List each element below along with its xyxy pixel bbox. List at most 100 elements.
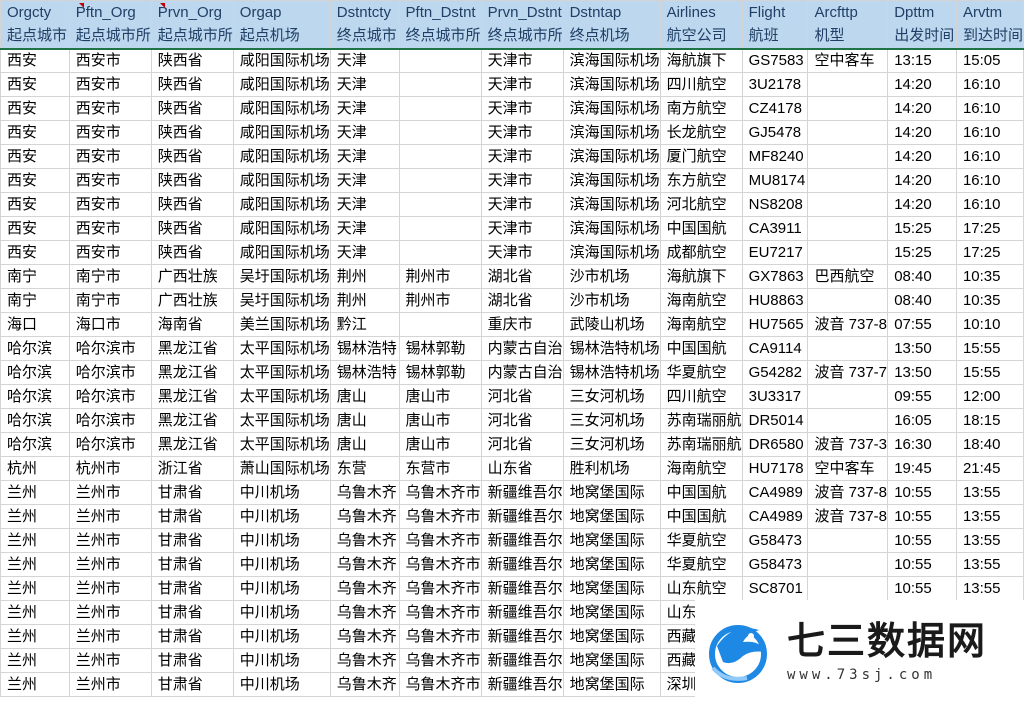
- table-cell[interactable]: 兰州: [0, 504, 70, 529]
- table-cell[interactable]: 天津市: [480, 144, 564, 169]
- table-cell[interactable]: 西安市: [68, 192, 152, 217]
- table-cell[interactable]: 河北航空: [659, 192, 743, 217]
- table-cell[interactable]: 唐山市: [398, 408, 482, 433]
- table-cell[interactable]: 海南航空: [659, 312, 743, 337]
- table-cell[interactable]: 咸阳国际机场: [232, 96, 331, 121]
- table-cell[interactable]: 咸阳国际机场: [232, 144, 331, 169]
- table-cell[interactable]: 滨海国际机场: [562, 192, 661, 217]
- table-cell[interactable]: 兰州: [0, 600, 70, 625]
- table-cell[interactable]: 14:20: [887, 192, 957, 217]
- table-cell[interactable]: 滨海国际机场: [562, 168, 661, 193]
- table-cell[interactable]: G58473: [741, 528, 809, 553]
- table-cell[interactable]: 武陵山机场: [562, 312, 661, 337]
- table-cell[interactable]: 河北省: [480, 384, 564, 409]
- table-cell[interactable]: 乌鲁木齐市: [398, 552, 482, 577]
- table-cell[interactable]: 锡林浩特机场: [562, 336, 661, 361]
- table-cell[interactable]: 西安: [0, 240, 70, 265]
- table-cell[interactable]: 吴圩国际机场: [232, 264, 331, 289]
- table-cell[interactable]: 西安: [0, 144, 70, 169]
- table-cell[interactable]: 兰州市: [68, 648, 152, 673]
- table-cell[interactable]: [807, 552, 889, 577]
- table-cell[interactable]: 荆州市: [398, 264, 482, 289]
- table-cell[interactable]: 波音 737-8: [807, 312, 889, 337]
- table-cell[interactable]: 厦门航空: [659, 144, 743, 169]
- table-cell[interactable]: 杭州市: [68, 456, 152, 481]
- table-cell[interactable]: [807, 576, 889, 601]
- table-cell[interactable]: 10:35: [955, 264, 1024, 289]
- table-cell[interactable]: 重庆市: [480, 312, 564, 337]
- column-header[interactable]: Flight 航班: [741, 0, 809, 49]
- table-cell[interactable]: 甘肃省: [150, 576, 234, 601]
- table-cell[interactable]: 兰州: [0, 576, 70, 601]
- table-cell[interactable]: 乌鲁木齐: [329, 552, 400, 577]
- table-cell[interactable]: CA4989: [741, 504, 809, 529]
- table-cell[interactable]: 锡林郭勒: [398, 360, 482, 385]
- table-cell[interactable]: 兰州市: [68, 552, 152, 577]
- table-cell[interactable]: 唐山: [329, 408, 400, 433]
- table-cell[interactable]: 荆州: [329, 264, 400, 289]
- table-cell[interactable]: 南方航空: [659, 96, 743, 121]
- table-cell[interactable]: 天津市: [480, 168, 564, 193]
- table-cell[interactable]: 中川机场: [232, 480, 331, 505]
- table-cell[interactable]: 14:20: [887, 120, 957, 145]
- column-header[interactable]: Dpttm 出发时间: [887, 0, 957, 49]
- table-cell[interactable]: 新疆维吾尔: [480, 576, 564, 601]
- column-header[interactable]: Dstntcty 终点城市: [329, 0, 400, 49]
- table-cell[interactable]: 陕西省: [150, 72, 234, 97]
- table-cell[interactable]: 黑龙江省: [150, 360, 234, 385]
- comment-indicator[interactable]: [160, 3, 165, 8]
- table-cell[interactable]: 巴西航空: [807, 264, 889, 289]
- table-cell[interactable]: 海口: [0, 312, 70, 337]
- table-cell[interactable]: 波音 737-8: [807, 504, 889, 529]
- table-cell[interactable]: 长龙航空: [659, 120, 743, 145]
- table-cell[interactable]: 08:40: [887, 288, 957, 313]
- table-cell[interactable]: [807, 384, 889, 409]
- table-cell[interactable]: 天津市: [480, 216, 564, 241]
- table-cell[interactable]: 10:10: [955, 312, 1024, 337]
- table-cell[interactable]: 哈尔滨市: [68, 384, 152, 409]
- table-cell[interactable]: 湖北省: [480, 288, 564, 313]
- table-cell[interactable]: 太平国际机场: [232, 432, 331, 457]
- table-cell[interactable]: 太平国际机场: [232, 336, 331, 361]
- table-cell[interactable]: 天津市: [480, 120, 564, 145]
- table-cell[interactable]: 乌鲁木齐市: [398, 600, 482, 625]
- table-cell[interactable]: 兰州: [0, 624, 70, 649]
- table-cell[interactable]: 兰州: [0, 648, 70, 673]
- table-cell[interactable]: 沙市机场: [562, 288, 661, 313]
- table-cell[interactable]: 西安市: [68, 144, 152, 169]
- table-cell[interactable]: 乌鲁木齐: [329, 528, 400, 553]
- table-cell[interactable]: 14:20: [887, 96, 957, 121]
- table-cell[interactable]: 乌鲁木齐市: [398, 528, 482, 553]
- table-cell[interactable]: 乌鲁木齐市: [398, 672, 482, 697]
- table-cell[interactable]: 中国国航: [659, 504, 743, 529]
- table-cell[interactable]: 海南航空: [659, 288, 743, 313]
- table-cell[interactable]: 新疆维吾尔: [480, 504, 564, 529]
- table-cell[interactable]: 3U2178: [741, 72, 809, 97]
- table-cell[interactable]: 广西壮族: [150, 264, 234, 289]
- table-cell[interactable]: [807, 120, 889, 145]
- table-cell[interactable]: 中川机场: [232, 648, 331, 673]
- table-cell[interactable]: [398, 312, 482, 337]
- table-cell[interactable]: 10:55: [887, 528, 957, 553]
- table-cell[interactable]: 西安市: [68, 48, 152, 73]
- table-cell[interactable]: 哈尔滨: [0, 336, 70, 361]
- table-cell[interactable]: 16:10: [955, 72, 1024, 97]
- table-cell[interactable]: 08:40: [887, 264, 957, 289]
- table-cell[interactable]: 天津市: [480, 240, 564, 265]
- table-cell[interactable]: 咸阳国际机场: [232, 168, 331, 193]
- table-cell[interactable]: 荆州: [329, 288, 400, 313]
- table-cell[interactable]: 兰州市: [68, 528, 152, 553]
- table-cell[interactable]: 浙江省: [150, 456, 234, 481]
- table-cell[interactable]: 海南航空: [659, 456, 743, 481]
- table-cell[interactable]: 海南省: [150, 312, 234, 337]
- table-cell[interactable]: 吴圩国际机场: [232, 288, 331, 313]
- column-header[interactable]: Arcfttp 机型: [807, 0, 889, 49]
- table-cell[interactable]: 陕西省: [150, 96, 234, 121]
- table-cell[interactable]: 内蒙古自治: [480, 360, 564, 385]
- table-cell[interactable]: 乌鲁木齐: [329, 648, 400, 673]
- table-cell[interactable]: 陕西省: [150, 168, 234, 193]
- table-cell[interactable]: 滨海国际机场: [562, 144, 661, 169]
- table-cell[interactable]: 空中客车: [807, 48, 889, 73]
- table-cell[interactable]: 13:55: [955, 528, 1024, 553]
- table-cell[interactable]: [807, 336, 889, 361]
